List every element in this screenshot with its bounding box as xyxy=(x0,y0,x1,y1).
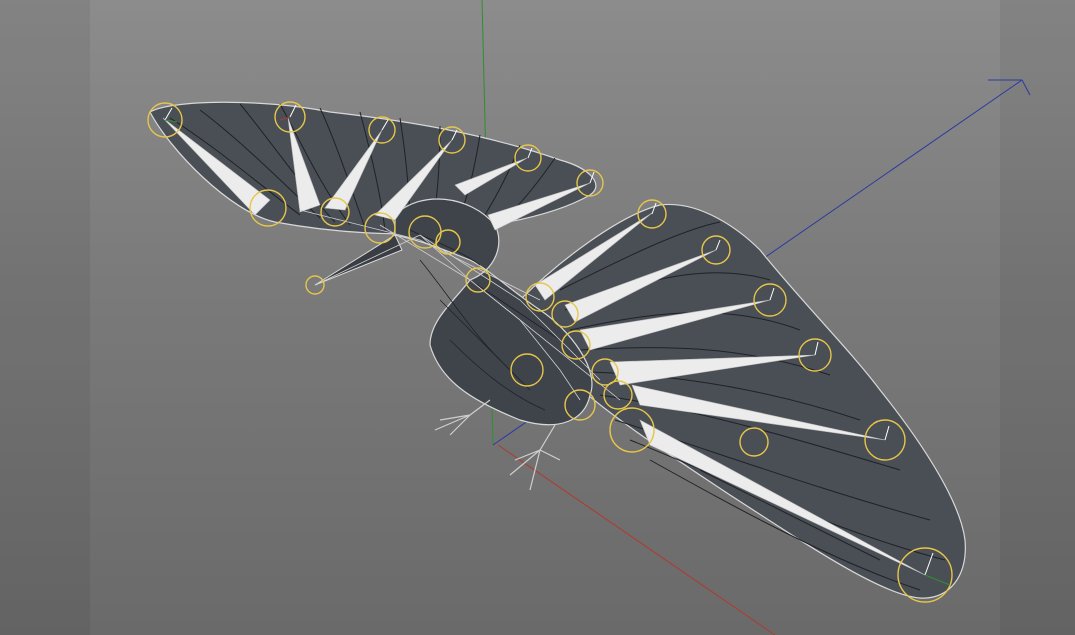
scene-canvas[interactable] xyxy=(0,0,1075,635)
3d-viewport[interactable] xyxy=(0,0,1075,635)
z-axis-arrowhead xyxy=(988,79,1031,96)
bird-beak xyxy=(314,234,403,286)
